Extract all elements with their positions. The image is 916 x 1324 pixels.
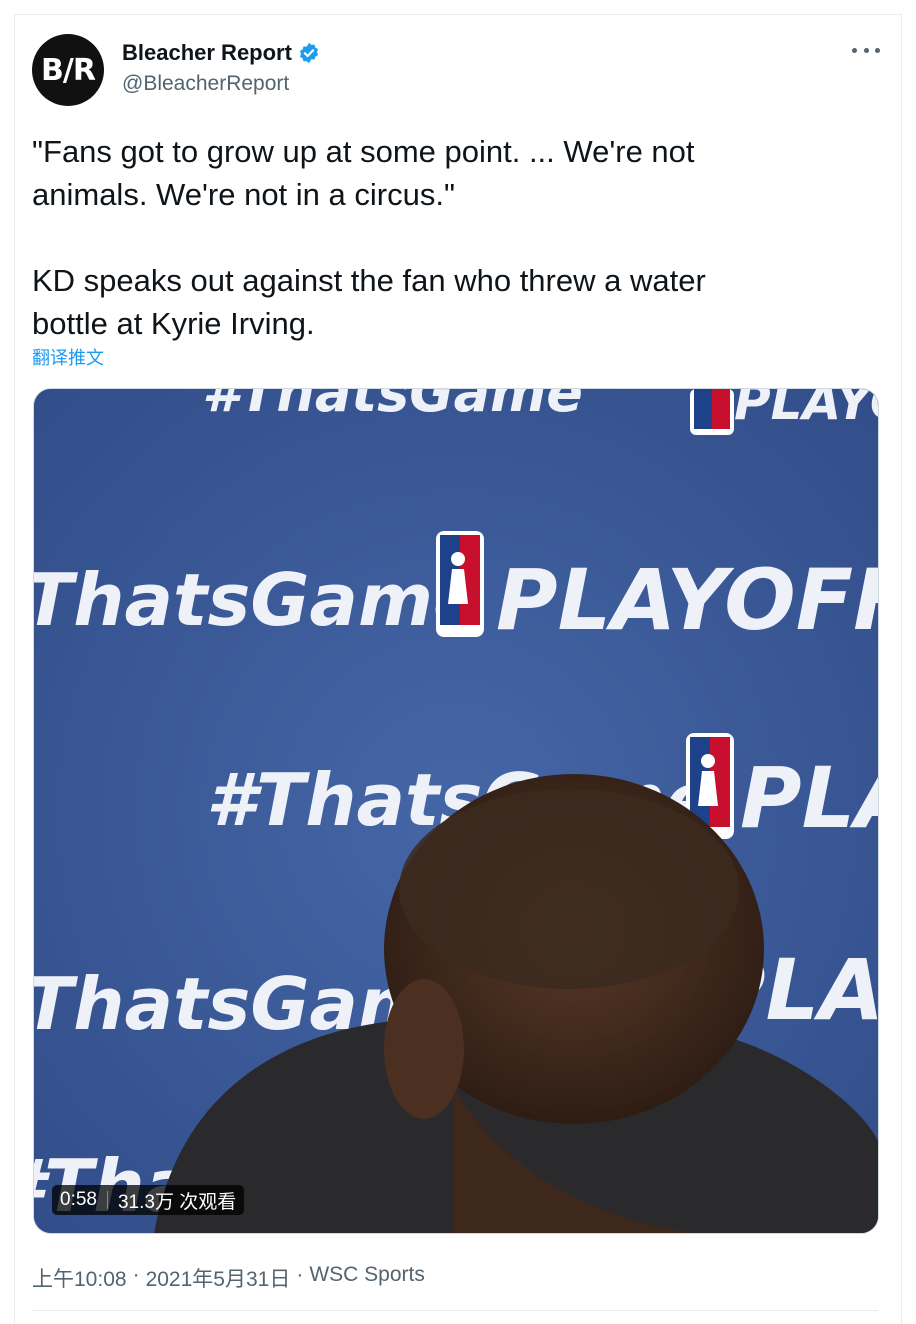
tweet-text: "Fans got to grow up at some point. ... … — [32, 134, 706, 341]
tweet-date[interactable]: 2021年5月31日 — [146, 1263, 291, 1293]
verified-badge-icon — [299, 42, 319, 64]
backdrop-playoffs-text: PLAYOFFS — [496, 551, 879, 649]
video-view-count: 31.3万 次观看 — [117, 1191, 237, 1213]
avatar[interactable]: B/R — [32, 34, 104, 106]
video-duration: 0:58 — [60, 1189, 97, 1210]
more-options-icon[interactable] — [852, 40, 880, 60]
translate-tweet-link[interactable]: 翻译推文 — [32, 344, 104, 370]
meta-separator: · — [296, 1263, 304, 1286]
tweet-meta: 上午10:08 · 2021年5月31日 · WSC Sports — [32, 1263, 425, 1293]
tweet-source[interactable]: WSC Sports — [309, 1263, 425, 1293]
backdrop-playoffs-text: PLAYOFFS — [740, 749, 879, 847]
divider — [32, 1310, 878, 1311]
avatar-logo-text: B/R — [41, 52, 96, 88]
backdrop-hashtag-text: #ThatsGame — [34, 558, 482, 642]
nba-logo-icon — [690, 389, 734, 435]
nba-logo-icon — [436, 531, 484, 637]
video-frame: #ThatsGame #ThatsGame #ThatsGame #ThatsG… — [34, 389, 879, 1233]
tweet-time[interactable]: 上午10:08 — [32, 1263, 127, 1293]
author-handle[interactable]: @BleacherReport — [122, 72, 289, 96]
backdrop-hashtag-text: #ThatsGame — [202, 389, 583, 424]
video-stats-overlay: 0:58 31.3万 次观看 — [52, 1185, 245, 1215]
meta-separator: · — [132, 1263, 140, 1286]
backdrop-playoffs-text: PLAYOFFS — [734, 389, 879, 431]
author-name[interactable]: Bleacher Report — [122, 40, 292, 66]
author-name-row[interactable]: Bleacher Report — [122, 40, 320, 66]
video-player[interactable]: #ThatsGame #ThatsGame #ThatsGame #ThatsG… — [33, 388, 879, 1234]
overlay-divider — [106, 1191, 108, 1209]
